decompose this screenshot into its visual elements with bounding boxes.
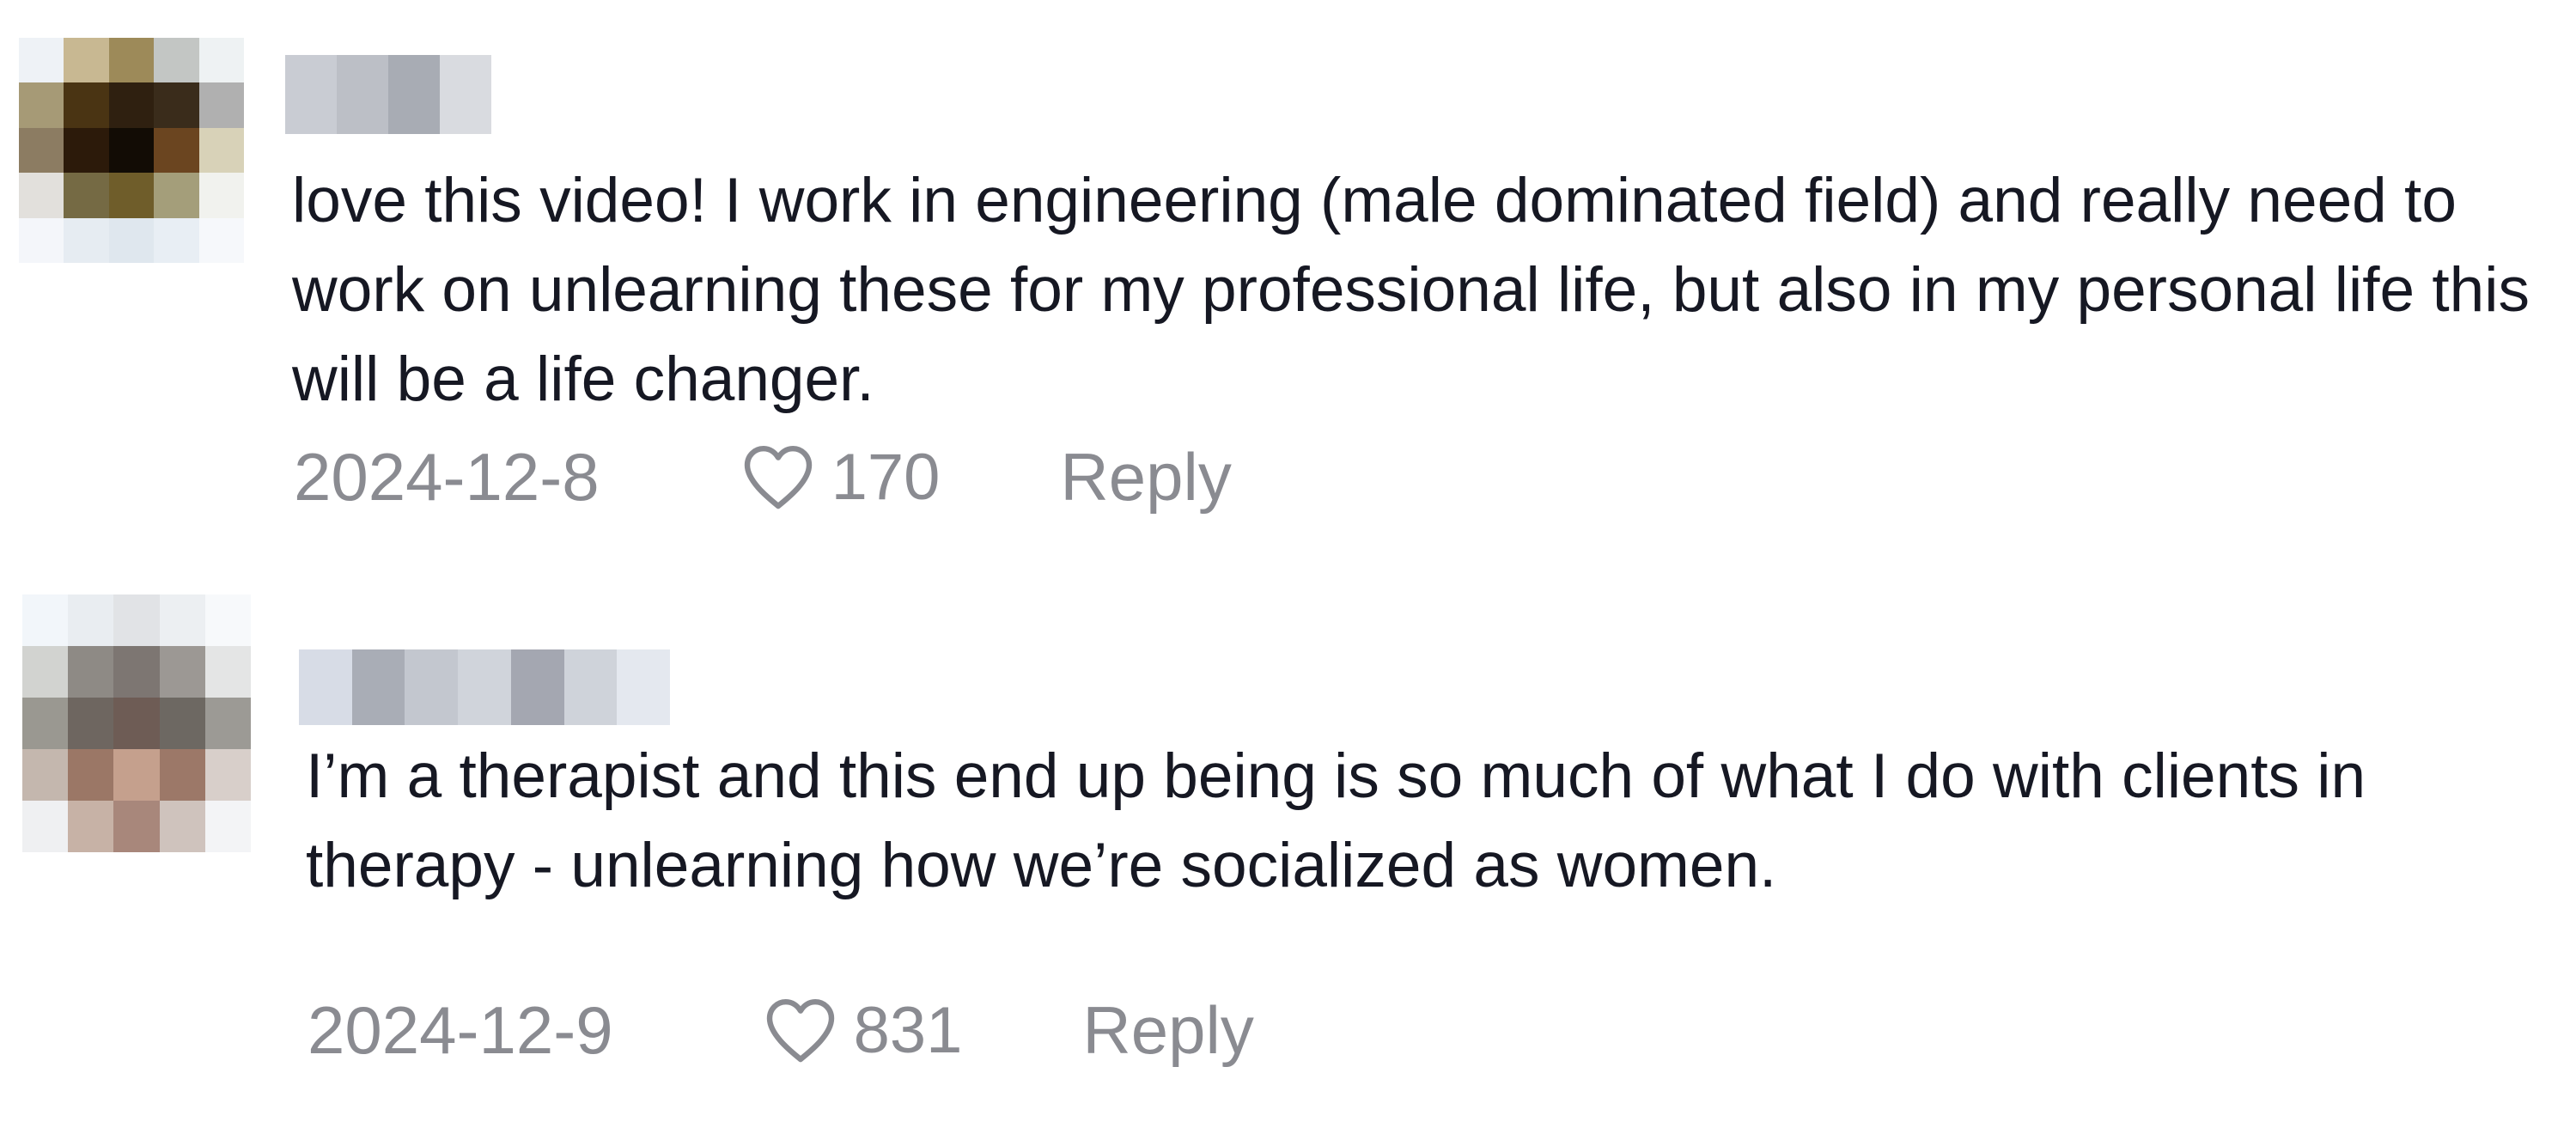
comment-item: love this video! I work in engineering (… bbox=[0, 0, 2576, 550]
avatar-pixel bbox=[113, 646, 160, 698]
avatar-pixel bbox=[108, 127, 155, 174]
username-pixel bbox=[440, 55, 491, 134]
avatar-pixel bbox=[159, 698, 205, 749]
avatar-pixel bbox=[198, 82, 244, 128]
comment-meta: 2024-12-8 170 Reply bbox=[294, 430, 1232, 524]
avatar-pixel bbox=[108, 82, 155, 128]
avatar-pixel bbox=[64, 127, 109, 174]
avatar-pixel bbox=[19, 127, 64, 174]
username-pixel bbox=[617, 649, 671, 725]
username-pixel bbox=[563, 649, 618, 725]
comment-meta: 2024-12-9 831 Reply bbox=[308, 983, 1254, 1077]
username-redacted[interactable] bbox=[299, 649, 671, 725]
avatar-pixel bbox=[204, 646, 251, 698]
username-pixel bbox=[510, 649, 564, 725]
username-pixel bbox=[337, 55, 388, 134]
avatar-pixel bbox=[159, 801, 205, 852]
avatar-pixel bbox=[113, 801, 160, 852]
avatar-pixel bbox=[204, 594, 251, 646]
avatar-pixel bbox=[108, 217, 155, 263]
comment-date: 2024-12-9 bbox=[308, 991, 613, 1068]
username-pixel bbox=[458, 649, 511, 725]
avatar-pixel bbox=[22, 646, 69, 698]
avatar-pixel bbox=[22, 801, 69, 852]
avatar-pixel bbox=[68, 646, 114, 698]
avatar-pixel bbox=[204, 698, 251, 749]
username-pixel bbox=[388, 55, 440, 134]
avatar-pixel bbox=[64, 173, 109, 218]
avatar-pixel bbox=[64, 217, 109, 263]
avatar-pixel bbox=[154, 82, 199, 128]
avatar-pixel bbox=[68, 698, 114, 749]
avatar-pixel bbox=[68, 594, 114, 646]
reply-button[interactable]: Reply bbox=[1082, 991, 1253, 1070]
heart-icon[interactable] bbox=[759, 989, 842, 1071]
like-button[interactable]: 170 bbox=[737, 436, 941, 518]
like-button[interactable]: 831 bbox=[759, 989, 963, 1071]
avatar-pixel bbox=[198, 173, 244, 218]
avatar-pixel bbox=[198, 38, 244, 83]
avatar-pixel bbox=[198, 217, 244, 263]
avatar-pixel bbox=[204, 801, 251, 852]
comment-text: I’m a therapist and this end up being is… bbox=[306, 741, 2366, 900]
username-pixel bbox=[405, 649, 459, 725]
comment-item: I’m a therapist and this end up being is… bbox=[0, 584, 2576, 1134]
avatar-pixel bbox=[154, 38, 199, 83]
avatar-pixel bbox=[154, 127, 199, 174]
avatar-pixel bbox=[19, 217, 64, 263]
avatar-pixel bbox=[22, 594, 69, 646]
avatar-pixel bbox=[19, 38, 64, 83]
username-redacted[interactable] bbox=[285, 55, 491, 134]
avatar-pixel bbox=[22, 749, 69, 801]
avatar-pixel bbox=[22, 698, 69, 749]
avatar[interactable] bbox=[19, 38, 244, 263]
comment-text: love this video! I work in engineering (… bbox=[292, 166, 2530, 414]
username-pixel bbox=[299, 649, 352, 725]
avatar-pixel bbox=[113, 594, 160, 646]
avatar-pixel bbox=[68, 749, 114, 801]
avatar-pixel bbox=[108, 38, 155, 83]
avatar-pixel bbox=[159, 749, 205, 801]
avatar-pixel bbox=[154, 173, 199, 218]
avatar-pixel bbox=[204, 749, 251, 801]
avatar-pixel bbox=[64, 82, 109, 128]
avatar-pixel bbox=[19, 82, 64, 128]
avatar-pixel bbox=[68, 801, 114, 852]
like-count: 831 bbox=[853, 993, 963, 1067]
avatar-pixel bbox=[113, 749, 160, 801]
username-pixel bbox=[351, 649, 405, 725]
avatar-pixel bbox=[198, 127, 244, 174]
avatar-pixel bbox=[154, 217, 199, 263]
avatar[interactable] bbox=[22, 594, 251, 852]
like-count: 170 bbox=[831, 440, 941, 514]
avatar-pixel bbox=[108, 173, 155, 218]
avatar-pixel bbox=[159, 646, 205, 698]
avatar-pixel bbox=[64, 38, 109, 83]
heart-icon[interactable] bbox=[737, 436, 819, 518]
avatar-pixel bbox=[159, 594, 205, 646]
avatar-pixel bbox=[19, 173, 64, 218]
avatar-pixel bbox=[113, 698, 160, 749]
username-pixel bbox=[285, 55, 337, 134]
reply-button[interactable]: Reply bbox=[1060, 438, 1231, 516]
comment-date: 2024-12-8 bbox=[294, 438, 600, 515]
